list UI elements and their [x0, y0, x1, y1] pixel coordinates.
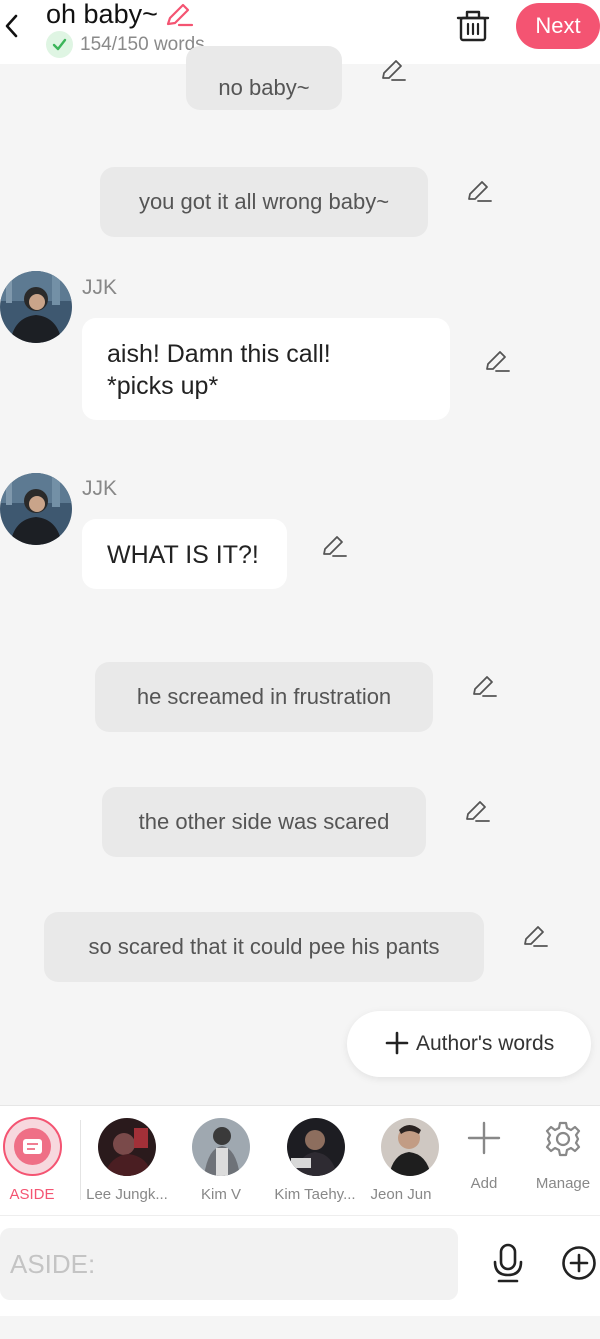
edit-pencil-icon[interactable] [521, 922, 549, 950]
narration-text: the other side was scared [138, 809, 390, 834]
trash-icon[interactable] [455, 6, 491, 44]
check-icon [46, 31, 73, 58]
character-avatar[interactable] [98, 1118, 156, 1176]
character-label: ASIDE [9, 1186, 55, 1203]
narration-bubble[interactable]: the other side was scared [102, 787, 426, 857]
character-aside[interactable] [3, 1117, 62, 1176]
story-title: oh baby~ [46, 0, 158, 29]
character-label: Kim Taehy... [274, 1186, 356, 1203]
authors-words-label: Author's words [416, 1032, 555, 1055]
narration-bubble[interactable]: no baby~ [186, 46, 342, 110]
edit-pencil-icon[interactable] [470, 672, 498, 700]
edit-pencil-icon[interactable] [483, 347, 511, 375]
character-label: Jeon Jun [370, 1186, 432, 1203]
edit-pencil-icon[interactable] [320, 532, 348, 560]
narration-text: so scared that it could pee his pants [88, 934, 440, 959]
narration-bubble[interactable]: so scared that it could pee his pants [44, 912, 484, 982]
character-avatar[interactable] [192, 1118, 250, 1176]
dialogue-line: WHAT IS IT?! [107, 541, 259, 569]
narration-bubble[interactable]: you got it all wrong baby~ [100, 167, 428, 237]
narration-bubble[interactable]: he screamed in frustration [95, 662, 433, 732]
plus-icon [385, 1031, 409, 1055]
manage-label: Manage [535, 1175, 591, 1192]
character-label: Lee Jungk... [86, 1186, 168, 1203]
character-name: JJK [82, 477, 118, 500]
dialogue-line: *picks up* [107, 372, 219, 400]
character-bubble[interactable]: aish! Damn this call! *picks up* [82, 318, 450, 420]
narration-text: no baby~ [218, 75, 310, 100]
microphone-icon[interactable] [491, 1243, 525, 1283]
add-character-label: Add [470, 1175, 498, 1192]
edit-pencil-icon[interactable] [465, 177, 493, 205]
character-bubble[interactable]: WHAT IS IT?! [82, 519, 287, 589]
next-button[interactable]: Next [516, 3, 600, 49]
edit-pencil-icon[interactable] [379, 56, 407, 84]
add-character-icon[interactable] [466, 1120, 502, 1156]
gear-icon[interactable] [544, 1120, 582, 1158]
edit-pencil-icon[interactable] [463, 797, 491, 825]
narration-text: you got it all wrong baby~ [138, 189, 390, 214]
back-arrow-icon[interactable] [2, 8, 32, 44]
character-avatar[interactable] [0, 271, 72, 343]
aside-icon [14, 1128, 51, 1165]
character-name: JJK [82, 276, 118, 299]
character-avatar[interactable] [381, 1118, 439, 1176]
character-label: Kim V [200, 1186, 241, 1203]
add-circle-icon[interactable] [561, 1245, 597, 1281]
character-avatar[interactable] [0, 473, 72, 545]
edit-title-icon[interactable] [164, 0, 194, 28]
narration-text: he screamed in frustration [136, 684, 392, 709]
dialogue-line: aish! Damn this call! [107, 340, 331, 368]
divider [80, 1120, 81, 1200]
character-avatar[interactable] [287, 1118, 345, 1176]
message-input[interactable] [0, 1228, 458, 1300]
word-count: 154/150 words [80, 34, 205, 55]
